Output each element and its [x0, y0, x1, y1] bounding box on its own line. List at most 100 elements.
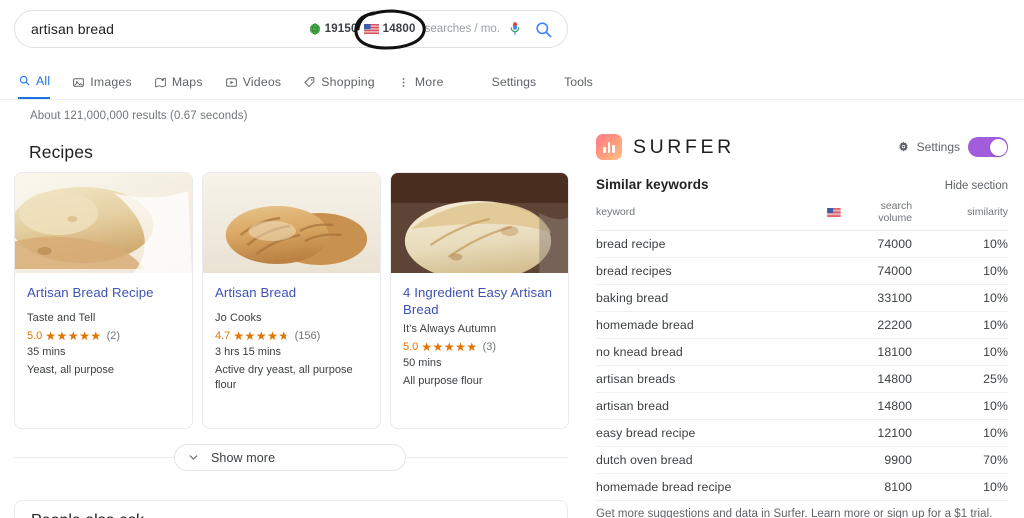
- signup-trial-link[interactable]: sign up for a $1 trial.: [887, 508, 992, 518]
- surfer-brand-name: SURFER: [633, 135, 735, 158]
- us-search-volume: 14800: [382, 23, 416, 35]
- col-search-volume: search volume: [826, 200, 943, 231]
- surfer-logo-icon: [596, 134, 622, 160]
- show-more-button[interactable]: Show more: [174, 444, 406, 471]
- cell-search-volume: 74000: [826, 257, 943, 285]
- recipe-ingredients: Active dry yeast, all purpose flour: [215, 364, 353, 391]
- table-row[interactable]: no knead bread 18100 10%: [596, 338, 1008, 366]
- cell-similarity: 10%: [942, 419, 1008, 447]
- cell-search-volume: 14800: [826, 365, 943, 393]
- recipe-card[interactable]: Artisan Bread Jo Cooks 4.7 ★★★★★ ★★★★★ (…: [202, 172, 381, 429]
- search-submit-icon[interactable]: [534, 20, 553, 39]
- cell-keyword: bread recipes: [596, 257, 827, 285]
- chevron-down-icon: [175, 451, 211, 464]
- tab-videos[interactable]: Videos: [225, 64, 282, 100]
- recipe-rating-value: 5.0: [27, 330, 43, 342]
- recipe-time: 50 mins: [403, 357, 442, 369]
- search-nav-tabs: All Images Maps Videos Shopping More Set…: [0, 64, 1024, 100]
- tab-shopping-label: Shopping: [321, 75, 375, 89]
- recipe-title[interactable]: Artisan Bread Recipe: [27, 284, 180, 301]
- tab-all[interactable]: All: [18, 64, 51, 100]
- global-search-volume: 19150: [324, 23, 358, 35]
- tab-more-label: More: [414, 75, 444, 89]
- table-row[interactable]: dutch oven bread 9900 70%: [596, 446, 1008, 474]
- cell-keyword: no knead bread: [596, 338, 827, 366]
- tab-maps[interactable]: Maps: [154, 64, 203, 100]
- tab-all-label: All: [36, 73, 51, 88]
- recipe-title[interactable]: Artisan Bread: [215, 284, 368, 301]
- cell-similarity: 10%: [942, 230, 1008, 258]
- table-row[interactable]: artisan breads 14800 25%: [596, 365, 1008, 393]
- surfer-settings-label[interactable]: Settings: [917, 140, 960, 154]
- table-row[interactable]: baking bread 33100 10%: [596, 284, 1008, 312]
- cell-similarity: 70%: [942, 446, 1008, 474]
- global-volume-group: 19150: [309, 23, 358, 35]
- cell-similarity: 10%: [942, 338, 1008, 366]
- tools-link[interactable]: Tools: [564, 75, 593, 89]
- cell-search-volume: 33100: [826, 284, 943, 312]
- tab-videos-label: Videos: [242, 75, 282, 89]
- cell-search-volume: 12100: [826, 419, 943, 447]
- nav-tools-group: Settings Tools: [492, 75, 621, 89]
- star-rating-icon: ★★★★★ ★★★★★: [233, 329, 290, 343]
- show-more-label: Show more: [211, 450, 276, 465]
- star-rating-icon: ★★★★★ ★★★★★: [421, 340, 478, 354]
- surfer-header: SURFER Settings: [596, 130, 1008, 164]
- cell-keyword: homemade bread recipe: [596, 473, 827, 501]
- gear-icon[interactable]: [896, 140, 911, 155]
- surfer-panel: SURFER Settings Similar keywords Hide se…: [596, 130, 1008, 518]
- nav-items-row: All Images Maps Videos Shopping More Set…: [0, 64, 1024, 100]
- table-header-row: keyword search volume similarity: [596, 200, 1008, 231]
- cell-search-volume: 14800: [826, 392, 943, 420]
- col-search-volume-label: search volume: [878, 200, 913, 224]
- cell-similarity: 10%: [942, 257, 1008, 285]
- tab-shopping[interactable]: Shopping: [303, 64, 375, 100]
- cell-keyword: bread recipe: [596, 230, 827, 258]
- table-row[interactable]: bread recipe 74000 10%: [596, 230, 1008, 258]
- col-similarity: similarity: [942, 200, 1008, 231]
- us-flag-icon: [363, 24, 379, 34]
- recipe-title[interactable]: 4 Ingredient Easy Artisan Bread: [403, 284, 556, 318]
- result-stats: About 121,000,000 results (0.67 seconds): [30, 110, 248, 122]
- recipe-review-count: (156): [294, 330, 321, 342]
- table-row[interactable]: easy bread recipe 12100 10%: [596, 419, 1008, 447]
- table-row[interactable]: homemade bread 22200 10%: [596, 311, 1008, 339]
- hide-section-link[interactable]: Hide section: [945, 180, 1008, 192]
- table-row[interactable]: homemade bread recipe 8100 10%: [596, 473, 1008, 501]
- col-keyword: keyword: [596, 200, 827, 231]
- surfer-toggle[interactable]: [968, 137, 1008, 157]
- recipe-image: [203, 173, 380, 273]
- table-row[interactable]: bread recipes 74000 10%: [596, 257, 1008, 285]
- search-box[interactable]: artisan bread 19150 14800 searches / mo.: [14, 10, 568, 48]
- cell-keyword: dutch oven bread: [596, 446, 827, 474]
- settings-link[interactable]: Settings: [492, 75, 536, 89]
- recipe-card[interactable]: Artisan Bread Recipe Taste and Tell 5.0 …: [14, 172, 193, 429]
- tab-more[interactable]: More: [397, 64, 444, 100]
- search-icon: [19, 75, 30, 86]
- table-row[interactable]: artisan bread 14800 10%: [596, 392, 1008, 420]
- recipe-review-count: (3): [482, 341, 497, 353]
- recipe-rating-row: 5.0 ★★★★★ ★★★★★ (3): [403, 341, 556, 353]
- recipe-card-body: 4 Ingredient Easy Artisan Bread It's Alw…: [391, 273, 568, 389]
- learn-more-link[interactable]: Learn more: [811, 508, 870, 518]
- surfer-footer-text: Get more suggestions and data in Surfer.: [596, 508, 808, 518]
- video-icon: [225, 77, 237, 87]
- recipe-rating-value: 4.7: [215, 330, 231, 342]
- next-result-card[interactable]: People also ask: [14, 500, 568, 518]
- cell-search-volume: 18100: [826, 338, 943, 366]
- microphone-icon[interactable]: [506, 20, 524, 38]
- recipe-rating-row: 4.7 ★★★★★ ★★★★★ (156): [215, 330, 368, 342]
- cell-keyword: homemade bread: [596, 311, 827, 339]
- next-result-title: People also ask: [31, 512, 144, 518]
- recipe-image: [15, 173, 192, 273]
- cell-search-volume: 22200: [826, 311, 943, 339]
- recipe-rating-row: 5.0 ★★★★★ ★★★★★ (2): [27, 330, 180, 342]
- keywords-table: keyword search volume similarity bread r…: [596, 200, 1008, 501]
- recipe-card[interactable]: 4 Ingredient Easy Artisan Bread It's Alw…: [390, 172, 569, 429]
- search-input[interactable]: artisan bread: [31, 21, 114, 37]
- cell-search-volume: 74000: [826, 230, 943, 258]
- tab-images[interactable]: Images: [72, 64, 132, 100]
- recipe-cards-row: Artisan Bread Recipe Taste and Tell 5.0 …: [14, 172, 569, 429]
- us-flag-icon: [826, 207, 841, 217]
- tab-maps-label: Maps: [171, 75, 203, 89]
